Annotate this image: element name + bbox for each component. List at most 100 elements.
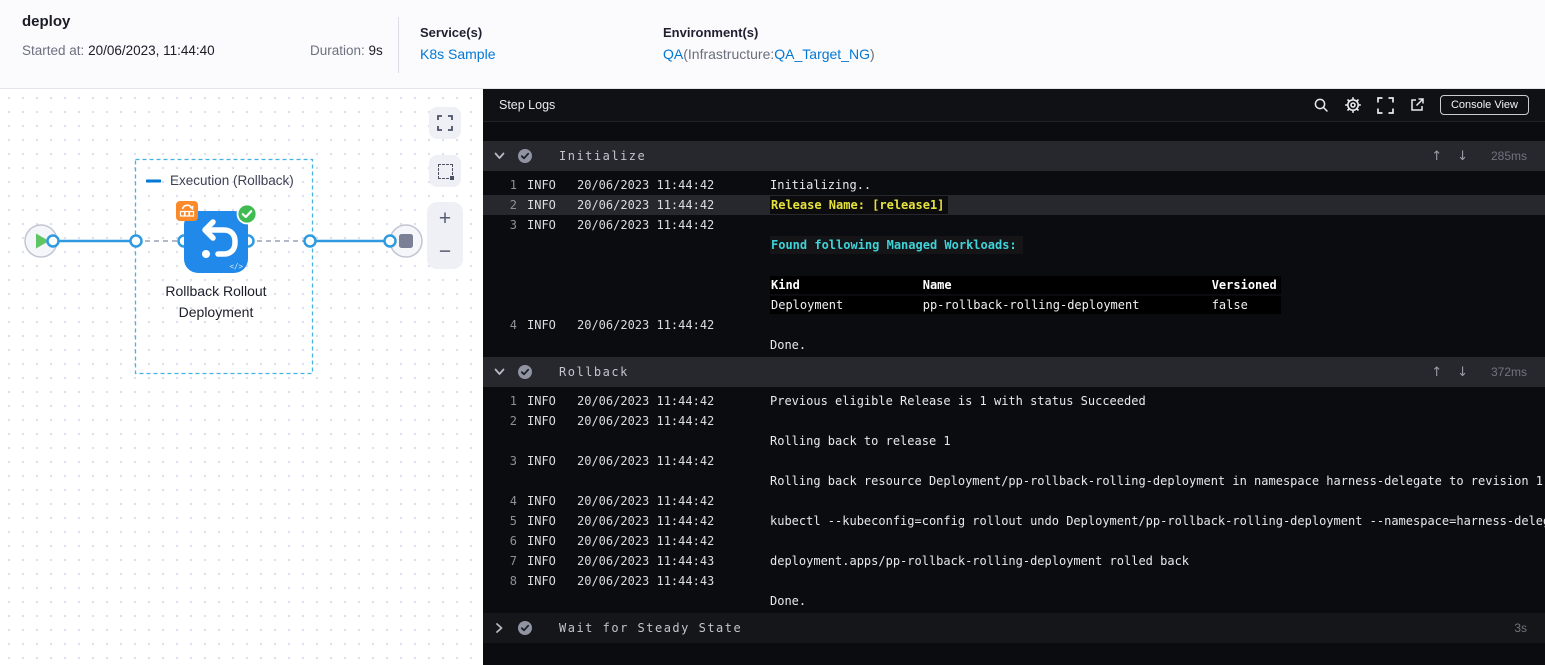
- log-line-number: 7: [509, 554, 517, 568]
- log-line[interactable]: 3 INFO 20/06/2023 11:44:42: [483, 215, 1545, 235]
- scroll-up-icon[interactable]: ↑: [1431, 149, 1442, 164]
- chevron-icon[interactable]: [493, 368, 505, 376]
- log-timestamp: 20/06/2023 11:44:42: [577, 494, 715, 508]
- services-block: Service(s) K8s Sample: [420, 25, 495, 64]
- pipeline-graph-panel[interactable]: Execution (Rollback) </> Rollback Rollou…: [0, 89, 483, 665]
- step-success-icon: [517, 620, 533, 636]
- expand-fullscreen-icon[interactable]: [1377, 96, 1394, 114]
- rollout-deployment-badge-icon: [176, 201, 198, 221]
- log-line[interactable]: Deployment pp-rollback-rolling-deploymen…: [483, 295, 1545, 315]
- infrastructure-link[interactable]: QA_Target_NG: [774, 46, 870, 62]
- rollback-step-node[interactable]: </>: [176, 201, 258, 273]
- log-line[interactable]: Kind Name Versioned: [483, 275, 1545, 295]
- log-timestamp: 20/06/2023 11:44:42: [577, 514, 715, 528]
- log-panel-title: Step Logs: [499, 98, 556, 112]
- collapse-minus-icon[interactable]: [146, 179, 161, 183]
- section-rows: 1 INFO 20/06/2023 11:44:42 Previous elig…: [483, 387, 1545, 613]
- execution-header: deploy Started at: 20/06/2023, 11:44:40 …: [0, 0, 1545, 89]
- scroll-up-icon[interactable]: ↑: [1431, 365, 1442, 380]
- service-link[interactable]: K8s Sample: [420, 46, 495, 62]
- scroll-down-icon[interactable]: ↓: [1457, 365, 1468, 380]
- log-level: INFO: [527, 514, 556, 528]
- log-level: INFO: [527, 178, 556, 192]
- log-message: Rolling back to release 1: [770, 434, 951, 448]
- log-line[interactable]: Rolling back to release 1: [483, 431, 1545, 451]
- infra-suffix: ): [869, 46, 875, 62]
- log-line[interactable]: 7 INFO 20/06/2023 11:44:43 deployment.ap…: [483, 551, 1545, 571]
- log-section: Wait for Steady State 3s: [483, 613, 1545, 643]
- log-timestamp: 20/06/2023 11:44:42: [577, 318, 715, 332]
- log-message: Rolling back resource Deployment/pp-roll…: [770, 474, 1544, 488]
- gear-icon[interactable]: [1344, 96, 1362, 114]
- log-line-number: 2: [509, 198, 517, 212]
- section-rows: 1 INFO 20/06/2023 11:44:42 Initializing.…: [483, 171, 1545, 357]
- chevron-icon[interactable]: [493, 623, 505, 633]
- zoom-in-button[interactable]: +: [427, 202, 463, 236]
- success-check-icon: [236, 203, 258, 230]
- marquee-icon: [437, 163, 454, 180]
- log-line[interactable]: Done.: [483, 591, 1545, 611]
- step-success-icon: [517, 364, 533, 380]
- duration: Duration: 9s: [310, 43, 383, 58]
- page-title: deploy: [22, 13, 71, 30]
- log-line[interactable]: 5 INFO 20/06/2023 11:44:42 kubectl --kub…: [483, 511, 1545, 531]
- log-line[interactable]: 6 INFO 20/06/2023 11:44:42: [483, 531, 1545, 551]
- zoom-out-button[interactable]: −: [427, 236, 463, 270]
- log-line-number: 8: [509, 574, 517, 588]
- log-line[interactable]: Done.: [483, 335, 1545, 355]
- environments-block: Environment(s) QA(Infrastructure:QA_Targ…: [663, 25, 875, 64]
- marquee-select-button[interactable]: [429, 155, 461, 187]
- log-line[interactable]: Rolling back resource Deployment/pp-roll…: [483, 471, 1545, 491]
- log-line[interactable]: 2 INFO 20/06/2023 11:44:42: [483, 411, 1545, 431]
- chevron-icon[interactable]: [493, 152, 505, 160]
- log-toolbar: Step Logs Console View: [483, 89, 1545, 122]
- log-message: Done.: [770, 594, 807, 608]
- log-message: Deployment pp-rollback-rolling-deploymen…: [770, 296, 1281, 314]
- log-gap: [483, 122, 1545, 141]
- log-line[interactable]: Found following Managed Workloads:: [483, 235, 1545, 255]
- log-section: Initialize ↑ ↓ 285ms 1 INFO 20/06/2023 1…: [483, 141, 1545, 357]
- log-line[interactable]: 2 INFO 20/06/2023 11:44:42 Release Name:…: [483, 195, 1545, 215]
- fullscreen-icon: [437, 115, 453, 131]
- log-line[interactable]: 4 INFO 20/06/2023 11:44:42: [483, 491, 1545, 511]
- step-success-icon: [517, 148, 533, 164]
- log-message: deployment.apps/pp-rollback-rolling-depl…: [770, 554, 1190, 568]
- log-line[interactable]: 1 INFO 20/06/2023 11:44:42 Previous elig…: [483, 391, 1545, 411]
- log-level: INFO: [527, 554, 556, 568]
- log-line-number: 2: [509, 414, 517, 428]
- log-level: INFO: [527, 574, 556, 588]
- log-line[interactable]: 1 INFO 20/06/2023 11:44:42 Initializing.…: [483, 175, 1545, 195]
- services-label: Service(s): [420, 25, 483, 40]
- started-at: Started at: 20/06/2023, 11:44:40: [22, 43, 215, 58]
- duration-label: Duration:: [310, 43, 365, 58]
- log-line[interactable]: 4 INFO 20/06/2023 11:44:42: [483, 315, 1545, 335]
- execution-group-label[interactable]: Execution (Rollback): [146, 173, 294, 188]
- log-timestamp: 20/06/2023 11:44:43: [577, 574, 715, 588]
- log-line[interactable]: [483, 255, 1545, 275]
- search-icon[interactable]: [1313, 97, 1329, 113]
- graph-fullscreen-button[interactable]: [429, 107, 461, 139]
- section-duration: 285ms: [1490, 149, 1527, 163]
- log-level: INFO: [527, 534, 556, 548]
- log-line[interactable]: 8 INFO 20/06/2023 11:44:43: [483, 571, 1545, 591]
- log-line[interactable]: 3 INFO 20/06/2023 11:44:42: [483, 451, 1545, 471]
- log-section-header[interactable]: Rollback ↑ ↓ 372ms: [483, 357, 1545, 387]
- log-level: INFO: [527, 318, 556, 332]
- step-logs-panel: Step Logs Console View Initialize ↑ ↓ 28…: [483, 89, 1545, 665]
- log-timestamp: 20/06/2023 11:44:42: [577, 218, 715, 232]
- log-section-header[interactable]: Wait for Steady State 3s: [483, 613, 1545, 643]
- scroll-down-icon[interactable]: ↓: [1457, 149, 1468, 164]
- log-section-header[interactable]: Initialize ↑ ↓ 285ms: [483, 141, 1545, 171]
- log-line-number: 6: [509, 534, 517, 548]
- environments-label: Environment(s): [663, 25, 759, 40]
- open-external-icon[interactable]: [1409, 97, 1425, 113]
- section-title: Initialize: [559, 149, 647, 163]
- section-title: Rollback: [559, 365, 629, 379]
- log-message: Kind Name Versioned: [770, 276, 1281, 294]
- log-message: Release Name: [release1]: [770, 196, 949, 214]
- log-timestamp: 20/06/2023 11:44:43: [577, 554, 715, 568]
- header-divider: [398, 17, 399, 73]
- log-line-number: 3: [509, 218, 517, 232]
- console-view-button[interactable]: Console View: [1439, 95, 1529, 115]
- environment-link[interactable]: QA: [663, 46, 683, 62]
